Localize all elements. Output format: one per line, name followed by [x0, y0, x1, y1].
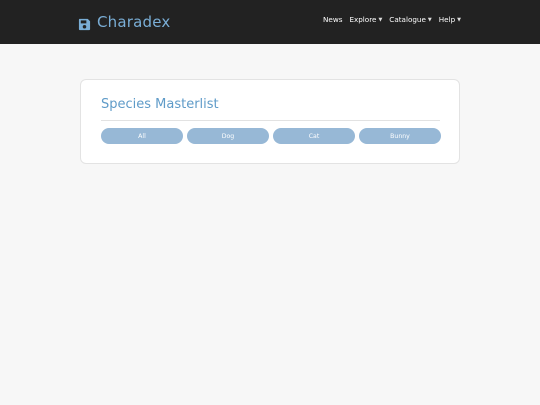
species-filter-bar: All Dog Cat Bunny	[101, 128, 441, 144]
nav-item-label: News	[323, 15, 343, 24]
filter-button-bunny[interactable]: Bunny	[359, 128, 441, 144]
brand-link[interactable]: Charadex	[78, 12, 171, 32]
masterlist-card: Species Masterlist All Dog Cat Bunny	[80, 79, 460, 164]
chevron-down-icon: ▼	[378, 16, 383, 23]
filter-button-all[interactable]: All	[101, 128, 183, 144]
nav-item-explore[interactable]: Explore ▼	[349, 15, 382, 24]
nav-item-label: Explore	[349, 15, 377, 24]
chevron-down-icon: ▼	[427, 16, 432, 23]
main-nav: News Explore ▼ Catalogue ▼ Help ▼	[323, 15, 461, 24]
brand-name: Charadex	[97, 13, 171, 31]
nav-item-catalogue[interactable]: Catalogue ▼	[389, 15, 431, 24]
nav-item-label: Catalogue	[389, 15, 426, 24]
nav-item-news[interactable]: News	[323, 15, 342, 24]
title-divider	[101, 120, 440, 121]
chevron-down-icon: ▼	[457, 16, 461, 23]
save-icon	[78, 16, 91, 30]
filter-button-dog[interactable]: Dog	[187, 128, 269, 144]
filter-button-cat[interactable]: Cat	[273, 128, 355, 144]
nav-item-label: Help	[438, 15, 456, 24]
navbar: Charadex News Explore ▼ Catalogue ▼ Help…	[0, 0, 540, 44]
nav-item-help[interactable]: Help ▼	[439, 15, 461, 24]
page-title: Species Masterlist	[101, 97, 219, 112]
